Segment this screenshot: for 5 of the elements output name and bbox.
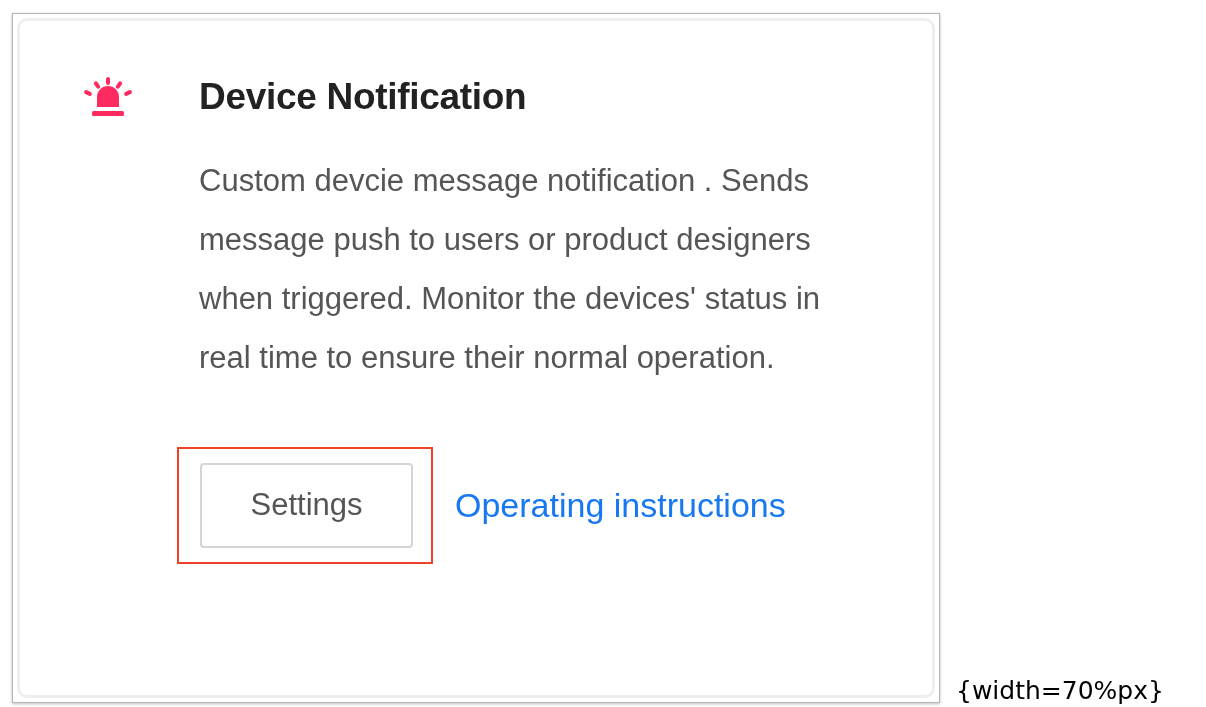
operating-instructions-link[interactable]: Operating instructions (455, 480, 786, 531)
caption-text: {width=70%px} (956, 674, 1164, 707)
settings-button[interactable]: Settings (200, 463, 413, 548)
card-description: Custom devcie message notification . Sends message push to users or product designers when triggered. Monitor the devices' status in real time to ensure their normal operation. (199, 162, 822, 377)
card-title: Device Notification (199, 75, 528, 119)
